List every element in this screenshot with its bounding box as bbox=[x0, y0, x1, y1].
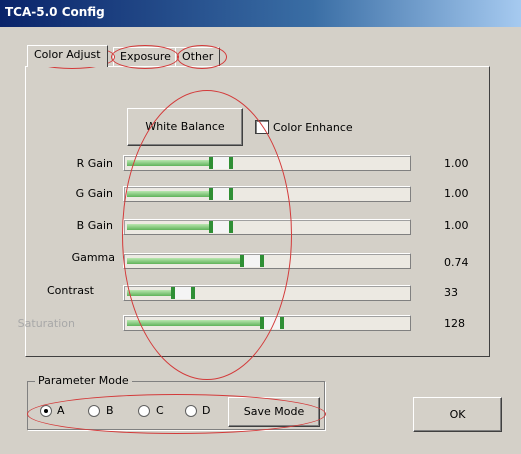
color-enhance-label: Color Enhance bbox=[273, 121, 353, 134]
mode-c-radio[interactable] bbox=[138, 405, 150, 417]
white-balance-button[interactable]: White Balance bbox=[127, 108, 243, 146]
tab-other[interactable]: Other bbox=[175, 47, 221, 66]
parameter-mode-label: Parameter Mode bbox=[35, 374, 132, 387]
g-gain-slider[interactable] bbox=[123, 186, 411, 202]
gamma-thumb[interactable] bbox=[240, 255, 264, 267]
mode-a-label: A bbox=[57, 404, 65, 417]
mode-a-radio[interactable] bbox=[40, 405, 52, 417]
mode-d-radio[interactable] bbox=[185, 405, 197, 417]
gamma-slider[interactable] bbox=[123, 253, 411, 269]
tab-color-adjust[interactable]: Color Adjust bbox=[27, 45, 108, 67]
ok-button[interactable]: OK bbox=[413, 397, 502, 432]
r-gain-slider[interactable] bbox=[123, 155, 411, 171]
contrast-slider[interactable] bbox=[123, 285, 411, 301]
saturation-slider[interactable] bbox=[123, 315, 411, 331]
r-gain-fill bbox=[127, 160, 221, 166]
mode-c-label: C bbox=[156, 404, 164, 417]
r-gain-label: R Gain bbox=[76, 157, 113, 170]
g-gain-thumb[interactable] bbox=[209, 188, 233, 200]
saturation-value: 128 bbox=[444, 317, 465, 330]
saturation-thumb[interactable] bbox=[260, 317, 284, 329]
b-gain-value: 1.00 bbox=[444, 219, 469, 232]
mode-b-label: B bbox=[106, 404, 114, 417]
g-gain-label: G Gain bbox=[75, 187, 113, 200]
contrast-thumb[interactable] bbox=[171, 287, 195, 299]
g-gain-fill bbox=[127, 191, 221, 197]
b-gain-label: B Gain bbox=[76, 219, 113, 232]
r-gain-value: 1.00 bbox=[444, 157, 469, 170]
gamma-fill bbox=[127, 258, 252, 264]
window-title: TCA-5.0 Config bbox=[5, 5, 105, 19]
b-gain-fill bbox=[127, 224, 221, 230]
gamma-label: Gamma bbox=[71, 251, 115, 264]
g-gain-value: 1.00 bbox=[444, 187, 469, 200]
color-adjust-panel bbox=[25, 66, 490, 357]
title-bar: TCA-5.0 Config bbox=[0, 0, 521, 27]
save-mode-button[interactable]: Save Mode bbox=[228, 397, 320, 427]
color-enhance-checkbox[interactable] bbox=[255, 120, 269, 134]
saturation-label: Saturation bbox=[17, 317, 75, 330]
gamma-value: 0.74 bbox=[444, 256, 469, 269]
tab-exposure[interactable]: Exposure bbox=[113, 47, 178, 66]
r-gain-thumb[interactable] bbox=[209, 157, 233, 169]
contrast-value: 33 bbox=[444, 286, 458, 299]
saturation-fill bbox=[127, 320, 272, 326]
b-gain-thumb[interactable] bbox=[209, 221, 233, 233]
mode-b-radio[interactable] bbox=[88, 405, 100, 417]
mode-d-label: D bbox=[202, 404, 211, 417]
contrast-label: Contrast bbox=[46, 284, 94, 297]
b-gain-slider[interactable] bbox=[123, 219, 411, 235]
